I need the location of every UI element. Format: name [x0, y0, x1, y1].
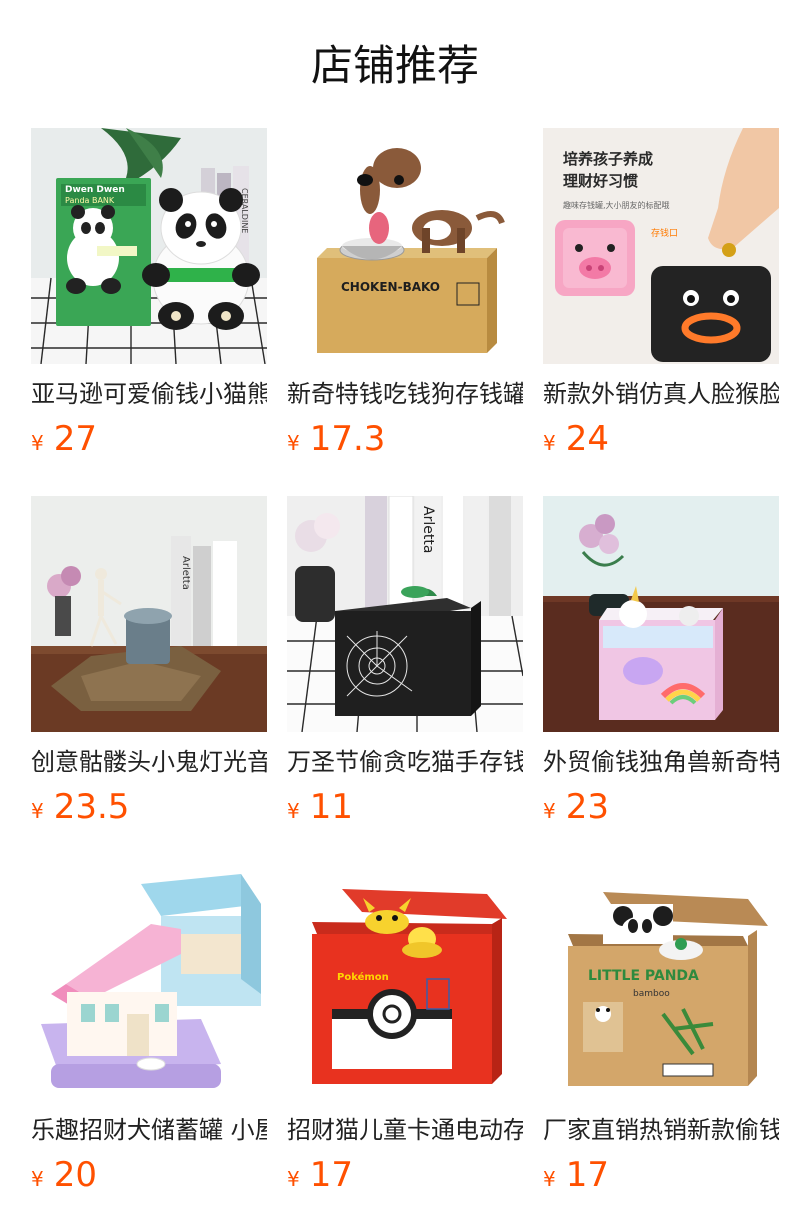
- section-title: 店铺推荐: [310, 41, 479, 90]
- product-price: ¥17: [543, 1155, 779, 1195]
- product-image[interactable]: [31, 864, 267, 1100]
- product-card[interactable]: LITTLE PANDA bamboo 厂家直销热销新款偷钱熊猫存钱罐 ¥17: [543, 864, 779, 1195]
- box-brand-text: Dwen Dwen: [65, 185, 125, 195]
- box-label-text: CHOKEN-BAKO: [341, 280, 440, 294]
- product-price: ¥11: [287, 787, 523, 827]
- product-price: ¥23: [543, 787, 779, 827]
- product-name[interactable]: 乐趣招财犬储蓄罐 小屋存钱罐: [31, 1113, 267, 1147]
- product-image[interactable]: [543, 496, 779, 732]
- price-value: 17.3: [309, 419, 386, 459]
- yen-icon: ¥: [543, 799, 556, 823]
- product-image[interactable]: Pokémon: [287, 864, 523, 1100]
- product-price: ¥27: [31, 419, 267, 459]
- yen-icon: ¥: [31, 799, 44, 823]
- product-name[interactable]: 亚马逊可爱偷钱小猫熊存钱罐: [31, 377, 267, 411]
- product-card[interactable]: 乐趣招财犬储蓄罐 小屋存钱罐 ¥20: [31, 864, 267, 1195]
- product-price: ¥17: [287, 1155, 523, 1195]
- box-sub-text: Panda BANK: [65, 196, 115, 205]
- yen-icon: ¥: [287, 799, 300, 823]
- sub-text: 趣味存钱罐,大小朋友的标配哦: [563, 200, 670, 210]
- product-name[interactable]: 厂家直销热销新款偷钱熊猫存钱罐: [543, 1113, 779, 1147]
- product-image[interactable]: Arletta: [287, 496, 523, 732]
- brand-text: Pokémon: [337, 971, 389, 983]
- product-card[interactable]: Arletta 万圣节偷贪吃猫手存钱罐 ¥11: [287, 496, 523, 827]
- brand-text: LITTLE PANDA: [588, 968, 699, 984]
- price-value: 24: [565, 419, 609, 459]
- yen-icon: ¥: [31, 431, 44, 455]
- product-card[interactable]: Pokémon 招财猫儿童卡通电动存钱罐 ¥17: [287, 864, 523, 1195]
- price-value: 17: [309, 1155, 353, 1195]
- product-name[interactable]: 新款外销仿真人脸猴脸存钱罐: [543, 377, 779, 411]
- product-image[interactable]: 培养孩子养成 理财好习惯 趣味存钱罐,大小朋友的标配哦 存钱口: [543, 128, 779, 364]
- slot-label-text: 存钱口: [651, 227, 678, 239]
- yen-icon: ¥: [287, 431, 300, 455]
- product-card[interactable]: CERALDINE Dwen Dwen Panda BANK 亚马逊可爱偷钱小猫…: [31, 128, 267, 459]
- yen-icon: ¥: [543, 431, 556, 455]
- price-value: 27: [53, 419, 97, 459]
- product-name[interactable]: 创意骷髅头小鬼灯光音乐存钱罐: [31, 745, 267, 779]
- product-name[interactable]: 新奇特钱吃钱狗存钱罐储蓄罐: [287, 377, 523, 411]
- store-recommendations-page: 店铺推荐 CERALDINE Dwen Dwen Panda BANK 亚马逊可…: [0, 0, 790, 1232]
- price-value: 23.5: [53, 787, 130, 827]
- headline-text-2: 理财好习惯: [563, 172, 638, 190]
- price-value: 17: [565, 1155, 609, 1195]
- sub-brand-text: bamboo: [633, 989, 670, 999]
- product-card[interactable]: 培养孩子养成 理财好习惯 趣味存钱罐,大小朋友的标配哦 存钱口 新款外销仿真人脸…: [543, 128, 779, 459]
- product-price: ¥23.5: [31, 787, 267, 827]
- book-spine-text: Arletta: [420, 506, 436, 553]
- product-name[interactable]: 万圣节偷贪吃猫手存钱罐: [287, 745, 523, 779]
- yen-icon: ¥: [287, 1167, 300, 1191]
- price-value: 23: [565, 787, 609, 827]
- product-price: ¥24: [543, 419, 779, 459]
- product-image[interactable]: LITTLE PANDA bamboo: [543, 864, 779, 1100]
- price-value: 11: [309, 787, 353, 827]
- product-image[interactable]: CERALDINE Dwen Dwen Panda BANK: [31, 128, 267, 364]
- yen-icon: ¥: [543, 1167, 556, 1191]
- price-value: 20: [53, 1155, 97, 1195]
- yen-icon: ¥: [31, 1167, 44, 1191]
- book-spine-text: Arletta: [180, 556, 191, 590]
- product-image[interactable]: CHOKEN-BAKO: [287, 128, 523, 364]
- product-card[interactable]: Arletta 创意骷髅头小鬼灯光音乐存钱罐 ¥23.5: [31, 496, 267, 827]
- product-price: ¥20: [31, 1155, 267, 1195]
- product-price: ¥17.3: [287, 419, 523, 459]
- headline-text-1: 培养孩子养成: [563, 150, 653, 168]
- product-card[interactable]: CHOKEN-BAKO 新奇特钱吃钱狗存钱罐 ¥ 17.3: [287, 128, 523, 459]
- product-name[interactable]: 招财猫儿童卡通电动存钱罐: [287, 1113, 523, 1147]
- product-card[interactable]: 外贸偷钱独角兽新奇特存钱罐 ¥23: [543, 496, 779, 827]
- product-name[interactable]: 外贸偷钱独角兽新奇特存钱罐: [543, 745, 779, 779]
- product-image[interactable]: Arletta: [31, 496, 267, 732]
